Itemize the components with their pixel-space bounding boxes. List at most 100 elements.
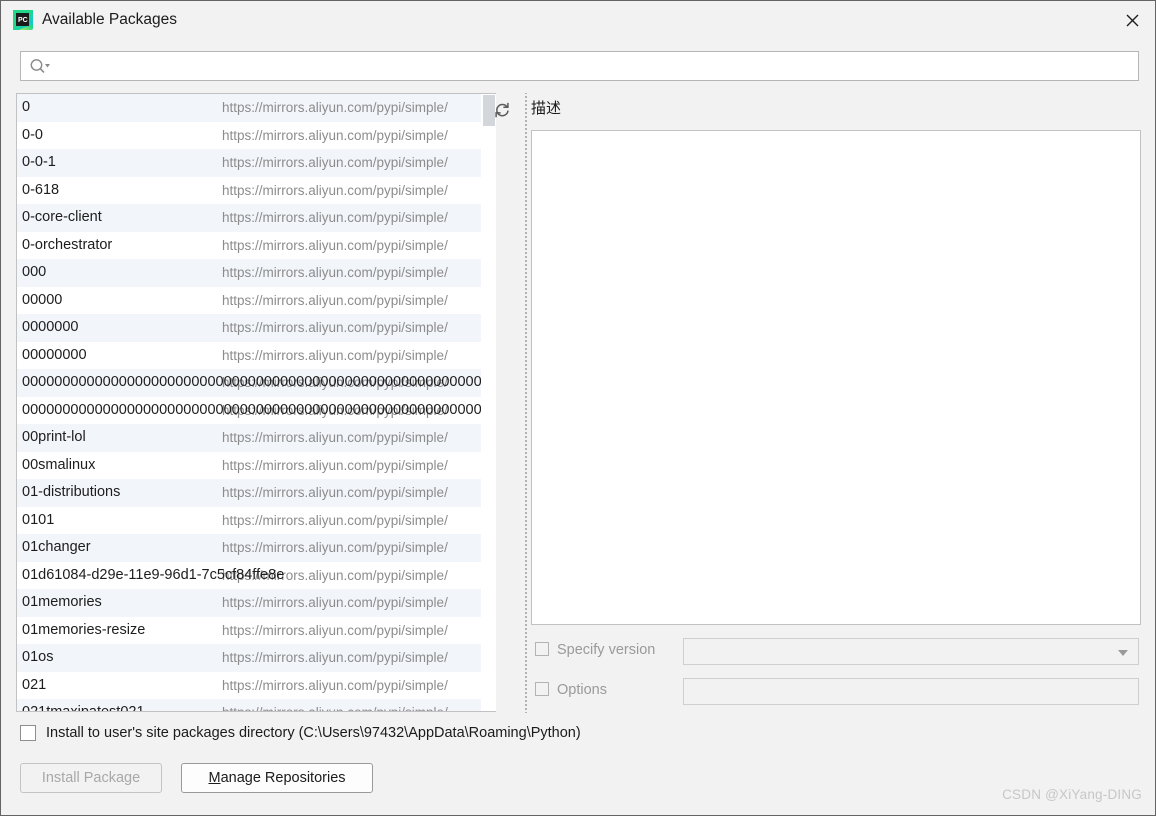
search-field[interactable] (20, 51, 1139, 81)
package-name: 01memories-resize (22, 621, 146, 638)
splitter-dots (523, 93, 528, 713)
package-row[interactable]: https://mirrors.aliyun.com/pypi/simple/0… (17, 561, 481, 589)
watermark: CSDN @XiYang-DING (1002, 787, 1142, 802)
close-icon[interactable] (1109, 1, 1155, 39)
package-row[interactable]: https://mirrors.aliyun.com/pypi/simple/0… (17, 204, 481, 232)
options-row: Options (535, 677, 1139, 705)
page-title: Available Packages (42, 11, 177, 28)
install-to-user-checkbox[interactable] (20, 725, 36, 741)
package-repo-url: https://mirrors.aliyun.com/pypi/simple/ (222, 430, 448, 445)
packages-list[interactable]: https://mirrors.aliyun.com/pypi/simple/0… (16, 93, 482, 712)
install-package-button[interactable]: Install Package (20, 763, 162, 793)
package-name: 01changer (22, 539, 91, 555)
package-repo-url: https://mirrors.aliyun.com/pypi/simple/ (222, 485, 448, 500)
install-to-user-label: Install to user's site packages director… (46, 725, 581, 741)
description-label: 描述 (531, 99, 568, 119)
package-name: 01os (22, 649, 54, 665)
package-name: 01d61084-d29e-11e9-96d1-7c5cf84ffe8e (22, 566, 285, 583)
package-repo-url: https://mirrors.aliyun.com/pypi/simple/ (222, 155, 448, 170)
package-repo-url: https://mirrors.aliyun.com/pypi/simple/ (222, 127, 448, 143)
package-name: 00000 (22, 291, 63, 308)
package-repo-url: https://mirrors.aliyun.com/pypi/simple/ (222, 677, 448, 693)
package-row[interactable]: https://mirrors.aliyun.com/pypi/simple/0… (17, 231, 481, 259)
package-row[interactable]: https://mirrors.aliyun.com/pypi/simple/0… (17, 259, 481, 287)
package-row[interactable]: https://mirrors.aliyun.com/pypi/simple/0… (17, 396, 481, 424)
package-name: 000 (22, 264, 47, 280)
options-input[interactable] (683, 678, 1139, 705)
specify-version-checkbox[interactable] (535, 642, 549, 656)
package-name: 021tmaxipatest021 (22, 704, 145, 712)
package-row[interactable]: https://mirrors.aliyun.com/pypi/simple/0… (17, 424, 481, 452)
search-input[interactable] (55, 52, 1135, 80)
specify-version-combobox[interactable] (683, 638, 1139, 665)
package-repo-url: https://mirrors.aliyun.com/pypi/simple/ (222, 512, 448, 528)
package-name: 0000000000000000000000000000000000000000… (22, 374, 481, 390)
package-row[interactable]: https://mirrors.aliyun.com/pypi/simple/0… (17, 616, 481, 644)
package-row[interactable]: https://mirrors.aliyun.com/pypi/simple/0… (17, 286, 481, 314)
package-repo-url: https://mirrors.aliyun.com/pypi/simple/ (222, 237, 448, 253)
package-repo-url: https://mirrors.aliyun.com/pypi/simple/ (222, 595, 448, 610)
refresh-icon[interactable] (490, 98, 514, 122)
available-packages-dialog: PC Available Packages https://mirrors.al… (0, 0, 1156, 816)
package-repo-url: https://mirrors.aliyun.com/pypi/simple/ (222, 320, 448, 335)
package-row[interactable]: https://mirrors.aliyun.com/pypi/simple/0… (17, 314, 481, 342)
package-row[interactable]: https://mirrors.aliyun.com/pypi/simple/0… (17, 369, 481, 397)
package-repo-url: https://mirrors.aliyun.com/pypi/simple/ (222, 100, 448, 115)
manage-repositories-button[interactable]: Manage Repositories (181, 763, 373, 793)
package-repo-url: https://mirrors.aliyun.com/pypi/simple/ (222, 182, 448, 198)
package-repo-url: https://mirrors.aliyun.com/pypi/simple/ (222, 265, 448, 280)
options-label: Options (557, 682, 607, 698)
package-name: 0000000000000000000000000000000000000000… (22, 401, 481, 418)
package-name: 01-distributions (22, 484, 121, 500)
package-name: 00smalinux (22, 456, 96, 473)
title-bar: PC Available Packages (1, 1, 1155, 39)
package-name: 0-618 (22, 181, 60, 198)
specify-version-row: Specify version (535, 637, 1139, 665)
package-repo-url: https://mirrors.aliyun.com/pypi/simple/ (222, 347, 448, 363)
package-repo-url: https://mirrors.aliyun.com/pypi/simple/ (222, 699, 448, 711)
package-row[interactable]: https://mirrors.aliyun.com/pypi/simple/0 (17, 94, 481, 122)
package-row[interactable]: https://mirrors.aliyun.com/pypi/simple/0… (17, 534, 481, 562)
package-name: 0000000 (22, 319, 79, 335)
specify-version-label: Specify version (557, 642, 656, 658)
splitter-handle[interactable] (522, 93, 529, 713)
packages-list-body: https://mirrors.aliyun.com/pypi/simple/0… (17, 94, 481, 712)
list-vertical-scrollbar[interactable] (482, 93, 496, 712)
package-row[interactable]: https://mirrors.aliyun.com/pypi/simple/0… (17, 176, 481, 204)
svg-text:PC: PC (18, 17, 28, 24)
package-name: 0-orchestrator (22, 236, 113, 253)
description-body (531, 130, 1141, 625)
package-row[interactable]: https://mirrors.aliyun.com/pypi/simple/0… (17, 149, 481, 177)
manage-repositories-label: anage Repositories (220, 770, 346, 786)
description-header: 描述 (531, 99, 1141, 121)
package-row[interactable]: https://mirrors.aliyun.com/pypi/simple/0… (17, 479, 481, 507)
package-row[interactable]: https://mirrors.aliyun.com/pypi/simple/0… (17, 671, 481, 699)
manage-repositories-mnemonic: M (208, 770, 221, 786)
package-repo-url: https://mirrors.aliyun.com/pypi/simple/ (222, 622, 448, 638)
pycharm-icon: PC (13, 10, 33, 30)
package-row[interactable]: https://mirrors.aliyun.com/pypi/simple/0… (17, 699, 481, 712)
description-separator (531, 110, 1141, 111)
package-name: 0-0-1 (22, 154, 56, 170)
package-row[interactable]: https://mirrors.aliyun.com/pypi/simple/0… (17, 121, 481, 149)
package-name: 0 (22, 99, 31, 115)
package-name: 00000000 (22, 346, 87, 363)
package-repo-url: https://mirrors.aliyun.com/pypi/simple/ (222, 292, 448, 308)
package-name: 00print-lol (22, 429, 86, 445)
package-repo-url: https://mirrors.aliyun.com/pypi/simple/ (222, 457, 448, 473)
package-row[interactable]: https://mirrors.aliyun.com/pypi/simple/0… (17, 451, 481, 479)
package-row[interactable]: https://mirrors.aliyun.com/pypi/simple/0… (17, 341, 481, 369)
search-icon[interactable] (29, 58, 51, 75)
chevron-down-icon[interactable] (1118, 650, 1128, 656)
package-name: 021 (22, 676, 47, 693)
package-row[interactable]: https://mirrors.aliyun.com/pypi/simple/0… (17, 644, 481, 672)
package-name: 01memories (22, 594, 102, 610)
package-name: 0-0 (22, 126, 43, 143)
options-checkbox[interactable] (535, 682, 549, 696)
package-repo-url: https://mirrors.aliyun.com/pypi/simple/ (222, 210, 448, 225)
package-repo-url: https://mirrors.aliyun.com/pypi/simple/ (222, 540, 448, 555)
package-row[interactable]: https://mirrors.aliyun.com/pypi/simple/0… (17, 506, 481, 534)
package-row[interactable]: https://mirrors.aliyun.com/pypi/simple/0… (17, 589, 481, 617)
package-repo-url: https://mirrors.aliyun.com/pypi/simple/ (222, 650, 448, 665)
package-name: 0101 (22, 511, 55, 528)
